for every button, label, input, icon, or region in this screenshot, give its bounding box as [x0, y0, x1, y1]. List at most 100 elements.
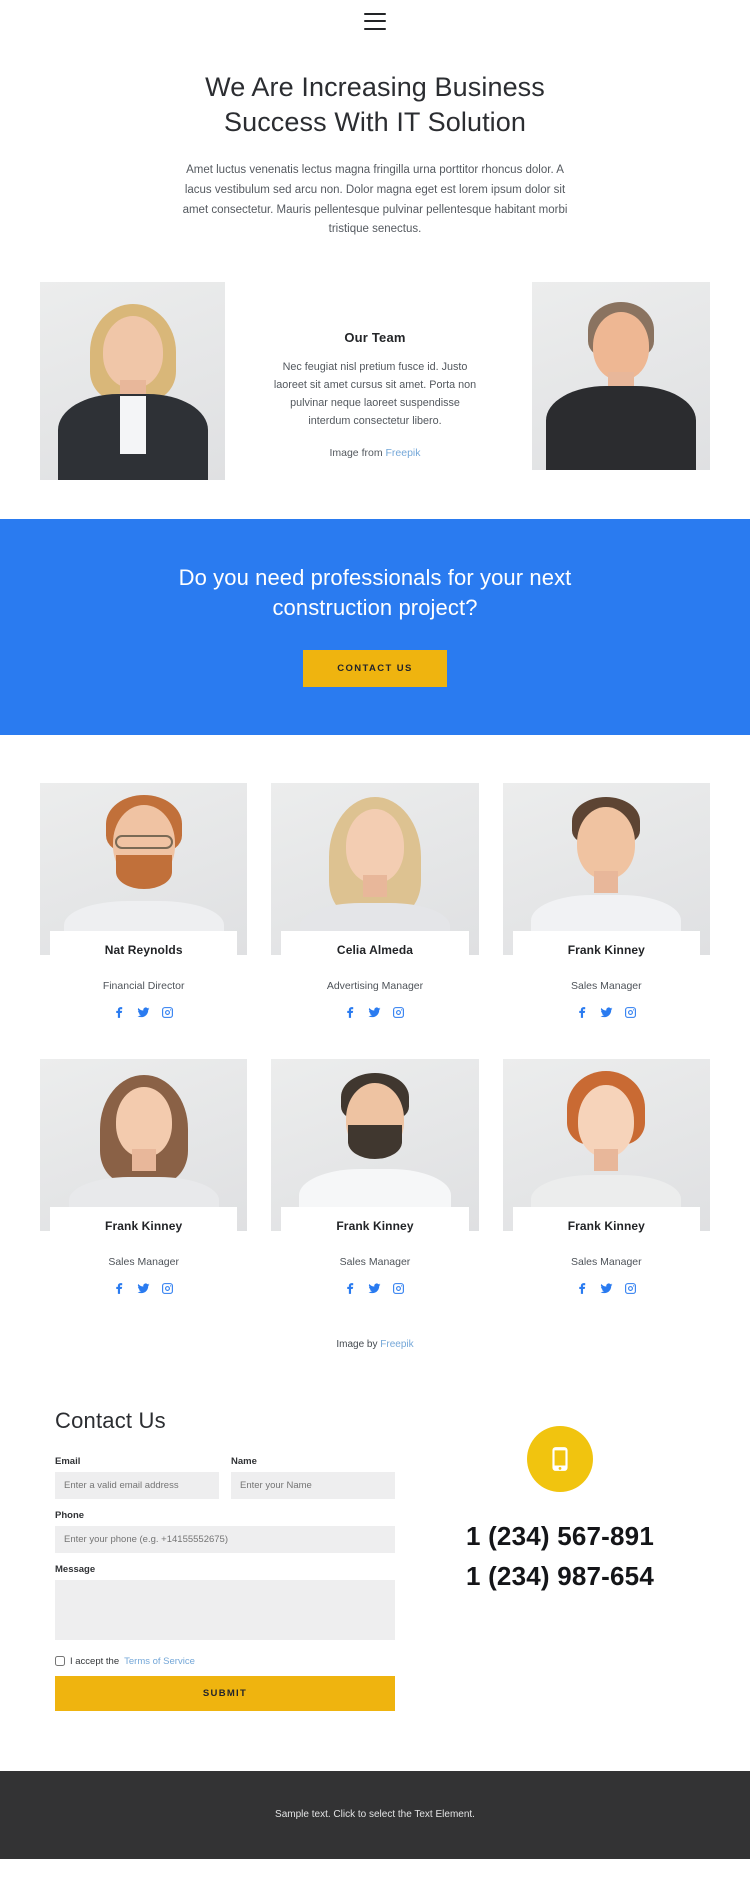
hero-description: Amet luctus venenatis lectus magna fring… [182, 164, 568, 236]
photo-neck [594, 1148, 619, 1171]
facebook-icon[interactable] [344, 1282, 357, 1295]
photo-bearded-man-glasses [40, 782, 248, 955]
facebook-icon[interactable] [113, 1282, 126, 1295]
photo-neck [594, 870, 619, 893]
intro-photo-right [532, 282, 710, 471]
team-credit-prefix: Image by [336, 1338, 381, 1350]
photo-head [593, 312, 649, 381]
team-member-card[interactable]: Frank Kinney Sales Manager [502, 1058, 710, 1295]
team-member-name-plate: Celia Almeda [281, 930, 469, 966]
contact-us-button[interactable]: CONTACT US [303, 649, 447, 687]
team-member-name: Frank Kinney [336, 1218, 414, 1233]
team-member-name: Nat Reynolds [104, 942, 183, 957]
team-image-credit: Image by Freepik [40, 1335, 710, 1350]
contact-section: Contact Us Email Name Phone Message I ac… [0, 1350, 750, 1771]
hamburger-menu-icon[interactable] [364, 12, 386, 30]
intro-heading: Our Team [344, 330, 406, 346]
mobile-phone-icon [527, 1425, 593, 1492]
team-member-socials [271, 1006, 478, 1019]
cta-heading: Do you need professionals for your next … [160, 563, 590, 622]
photo-shirt [119, 396, 146, 455]
name-input[interactable] [231, 1471, 395, 1499]
instagram-icon[interactable] [161, 1282, 174, 1295]
team-member-socials [503, 1006, 710, 1019]
team-member-name-plate: Frank Kinney [512, 1206, 700, 1242]
name-label: Name [231, 1455, 257, 1467]
page-title: We Are Increasing Business Success With … [0, 70, 750, 140]
team-member-name: Frank Kinney [105, 1218, 183, 1233]
hamburger-bar [364, 20, 386, 22]
team-member-card[interactable]: Celia Almeda Advertising Manager [271, 782, 479, 1019]
page-title-line-1: We Are Increasing Business [205, 72, 545, 102]
team-member-card[interactable]: Nat Reynolds Financial Director [40, 782, 248, 1019]
page-title-line-2: Success With IT Solution [223, 107, 527, 138]
cta-heading-line-1: Do you need professionals for your next [178, 565, 572, 591]
hamburger-bar [364, 27, 386, 30]
intro-text-block: Our Team Nec feugiat nisl pretium fusce … [272, 330, 478, 458]
terms-of-service-link[interactable]: Terms of Service [124, 1656, 195, 1667]
team-member-role: Sales Manager [108, 1255, 179, 1268]
twitter-icon[interactable] [600, 1282, 613, 1295]
phone-input[interactable] [55, 1525, 395, 1553]
team-grid-section: Nat Reynolds Financial Director Celia Al… [0, 735, 750, 1350]
team-row: Nat Reynolds Financial Director Celia Al… [40, 782, 710, 1019]
team-member-name-plate: Frank Kinney [50, 1206, 238, 1242]
twitter-icon[interactable] [600, 1006, 613, 1019]
team-member-card[interactable]: Frank Kinney Sales Manager [502, 782, 710, 1019]
photo-businesswoman [40, 282, 225, 481]
team-member-card[interactable]: Frank Kinney Sales Manager [271, 1058, 479, 1295]
phone-number-primary[interactable]: 1 (234) 567-891 [466, 1516, 654, 1556]
twitter-icon[interactable] [368, 1282, 381, 1295]
team-member-photo [502, 782, 710, 955]
photo-young-man [532, 282, 710, 471]
email-field-group: Email [55, 1456, 219, 1499]
message-field-group: Message [55, 1564, 395, 1645]
team-member-name: Celia Almeda [336, 942, 414, 957]
cta-heading-line-2: construction project? [272, 594, 478, 620]
team-member-card[interactable]: Frank Kinney Sales Manager [40, 1058, 248, 1295]
intro-image-credit: Image from Freepik [272, 447, 478, 459]
instagram-icon[interactable] [624, 1282, 637, 1295]
instagram-icon[interactable] [392, 1282, 405, 1295]
team-member-socials [271, 1282, 478, 1295]
instagram-icon[interactable] [392, 1006, 405, 1019]
facebook-icon[interactable] [576, 1282, 589, 1295]
intro-photo-left [40, 282, 225, 481]
message-label: Message [55, 1563, 96, 1575]
team-member-name-plate: Nat Reynolds [50, 930, 238, 966]
team-member-role: Sales Manager [571, 1255, 642, 1268]
facebook-icon[interactable] [113, 1006, 126, 1019]
facebook-icon[interactable] [344, 1006, 357, 1019]
photo-bearded-man-shirt [271, 1058, 479, 1231]
team-credit-link[interactable]: Freepik [380, 1339, 413, 1350]
phone-number-secondary[interactable]: 1 (234) 987-654 [466, 1556, 654, 1596]
instagram-icon[interactable] [624, 1006, 637, 1019]
submit-button[interactable]: SUBMIT [55, 1675, 395, 1711]
team-member-name-plate: Frank Kinney [512, 930, 700, 966]
intro-credit-link[interactable]: Freepik [386, 447, 421, 459]
photo-head [578, 1084, 635, 1157]
team-member-photo [271, 782, 479, 955]
photo-head [345, 808, 404, 883]
photo-torso [546, 386, 696, 471]
phone-field-group: Phone [55, 1510, 395, 1553]
contact-form: Contact Us Email Name Phone Message I ac… [55, 1408, 395, 1711]
photo-brunette-woman [40, 1058, 248, 1231]
twitter-icon[interactable] [137, 1282, 150, 1295]
contact-phone-block: 1 (234) 567-891 1 (234) 987-654 [425, 1408, 695, 1711]
photo-head [577, 806, 636, 879]
instagram-icon[interactable] [161, 1006, 174, 1019]
email-input[interactable] [55, 1471, 219, 1499]
photo-blonde-woman [271, 782, 479, 955]
team-member-name-plate: Frank Kinney [281, 1206, 469, 1242]
message-input[interactable] [55, 1579, 395, 1640]
terms-checkbox[interactable] [55, 1656, 65, 1667]
top-navigation-bar [0, 0, 750, 42]
facebook-icon[interactable] [576, 1006, 589, 1019]
team-member-socials [503, 1282, 710, 1295]
twitter-icon[interactable] [368, 1006, 381, 1019]
team-member-photo [271, 1058, 479, 1231]
twitter-icon[interactable] [137, 1006, 150, 1019]
photo-neck [131, 1148, 156, 1171]
team-member-socials [40, 1282, 247, 1295]
